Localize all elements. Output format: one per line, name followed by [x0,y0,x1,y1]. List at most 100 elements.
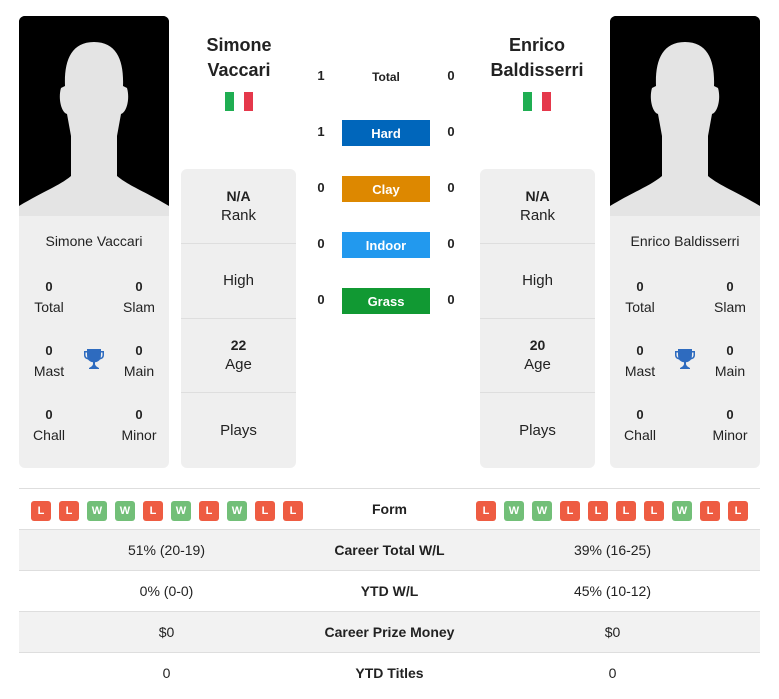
player1-form-badge-loss[interactable]: L [59,501,79,521]
player2-chall-titles: 0 Chall [610,405,670,445]
player2-form-badge-win[interactable]: W [672,501,692,521]
player2-high: High [480,244,595,319]
trophy-icon [84,349,104,369]
plays-label: Plays [220,421,257,439]
h2h-p2-value: 0 [447,236,455,251]
stat-value: 0 [636,343,644,358]
h2h-row-grass: 0 Grass 0 [300,288,480,314]
stat-value: 0 [726,279,734,294]
rank-label: Rank [220,206,257,224]
player2-form-badge-loss[interactable]: L [728,501,748,521]
player2-form-badge-loss[interactable]: L [588,501,608,521]
player2-heading[interactable]: Enrico Baldisserri [472,33,602,83]
player1-ytd-wl: 0% (0-0) [139,583,194,599]
player1-form-badge-loss[interactable]: L [255,501,275,521]
player2-career-prize-money: $0 [604,624,621,640]
player1-first-name: Simone [206,35,272,55]
player1-form: LLWWLWLWLL [31,501,303,521]
form-label: Form [372,501,407,517]
surface-badge-hard[interactable]: Hard [342,120,430,146]
stat-label: Total [34,299,64,315]
stat-label: Main [714,363,746,379]
age-label: Age [225,356,252,374]
player1-photo [19,16,169,216]
player2-info-panel: N/A Rank High 20 Age Plays [480,169,595,468]
player-silhouette-icon [19,16,169,216]
player1-form-badge-loss[interactable]: L [143,501,163,521]
ytd-wl-row: 0% (0-0) YTD W/L 45% (10-12) [19,570,760,611]
h2h-p2-value: 0 [447,180,455,195]
age-label: Age [524,356,551,374]
player-silhouette-icon [610,16,760,216]
player2-name[interactable]: Enrico Baldisserri [610,233,760,249]
player2-form-badge-loss[interactable]: L [560,501,580,521]
stat-value: 0 [45,279,53,294]
player1-form-badge-win[interactable]: W [171,501,191,521]
player1-main-titles: 0 Main [109,341,169,381]
player2-form-badge-win[interactable]: W [504,501,524,521]
stat-value: 0 [135,279,143,294]
player2-slam-titles: 0 Slam [700,277,760,317]
player1-form-badge-loss[interactable]: L [199,501,219,521]
player2-form-badge-loss[interactable]: L [700,501,720,521]
rank-value: N/A [226,187,251,204]
player1-total-titles: 0 Total [19,277,79,317]
career-prize-money-label: Career Prize Money [324,624,455,640]
player1-titles-card: Simone Vaccari 0 Total 0 Slam 0 Mast 0 Main … [19,216,169,468]
player2-form: LWWLLLLWLL [476,501,748,521]
player1-plays: Plays [181,393,296,468]
h2h-p2-value: 0 [447,68,455,83]
player1-form-badge-loss[interactable]: L [31,501,51,521]
h2h-row-hard: 1 Hard 0 [300,120,480,146]
high-label: High [223,271,254,289]
player1-heading[interactable]: Simone Vaccari [174,33,304,83]
surface-badge-grass[interactable]: Grass [342,288,430,314]
stat-label: Minor [712,427,748,443]
player2-rank: N/A Rank [480,169,595,244]
player2-form-badge-loss[interactable]: L [616,501,636,521]
player1-career-total-wl: 51% (20-19) [127,542,206,558]
stat-value: 0 [726,407,734,422]
form-row: LLWWLWLWLL Form LWWLLLLWLL [19,488,760,529]
player1-career-prize-money: $0 [158,624,175,640]
stat-value: 0 [45,407,53,422]
player2-titles-card: Enrico Baldisserri 0 Total 0 Slam 0 Mast 0 M… [610,216,760,468]
stat-value: 0 [726,343,734,358]
stat-label: Main [123,363,155,379]
stat-label: Total [625,299,655,315]
stat-label: Minor [121,427,157,443]
player2-last-name: Baldisserri [490,60,584,80]
player2-form-badge-win[interactable]: W [532,501,552,521]
player1-form-badge-win[interactable]: W [115,501,135,521]
player1-name[interactable]: Simone Vaccari [19,233,169,249]
stat-label: Chall [33,427,65,443]
stat-value: 0 [45,343,53,358]
player1-age: 22 Age [181,319,296,394]
player2-age: 20 Age [480,319,595,394]
career-prize-money-row: $0 Career Prize Money $0 [19,611,760,652]
player2-form-badge-loss[interactable]: L [644,501,664,521]
stat-label: Slam [714,299,746,315]
player2-photo [610,16,760,216]
h2h-p1-value: 1 [317,68,325,83]
player2-form-badge-loss[interactable]: L [476,501,496,521]
career-total-wl-row: 51% (20-19) Career Total W/L 39% (16-25) [19,529,760,570]
player1-form-badge-win[interactable]: W [227,501,247,521]
stat-value: 0 [636,407,644,422]
surface-badge-indoor[interactable]: Indoor [342,232,430,258]
stat-value: 0 [636,279,644,294]
italy-flag-icon [225,92,253,111]
age-value: 22 [230,337,247,354]
player1-form-badge-loss[interactable]: L [283,501,303,521]
player1-form-badge-win[interactable]: W [87,501,107,521]
player2-minor-titles: 0 Minor [700,405,760,445]
h2h-row-total: 1 Total 0 [300,64,480,90]
player2-mast-titles: 0 Mast [610,341,670,381]
player2-career-total-wl: 39% (16-25) [573,542,652,558]
rank-label: Rank [519,206,556,224]
surface-badge-clay[interactable]: Clay [342,176,430,202]
player1-mast-titles: 0 Mast [19,341,79,381]
player2-plays: Plays [480,393,595,468]
age-value: 20 [529,337,546,354]
h2h-p1-value: 0 [317,236,325,251]
